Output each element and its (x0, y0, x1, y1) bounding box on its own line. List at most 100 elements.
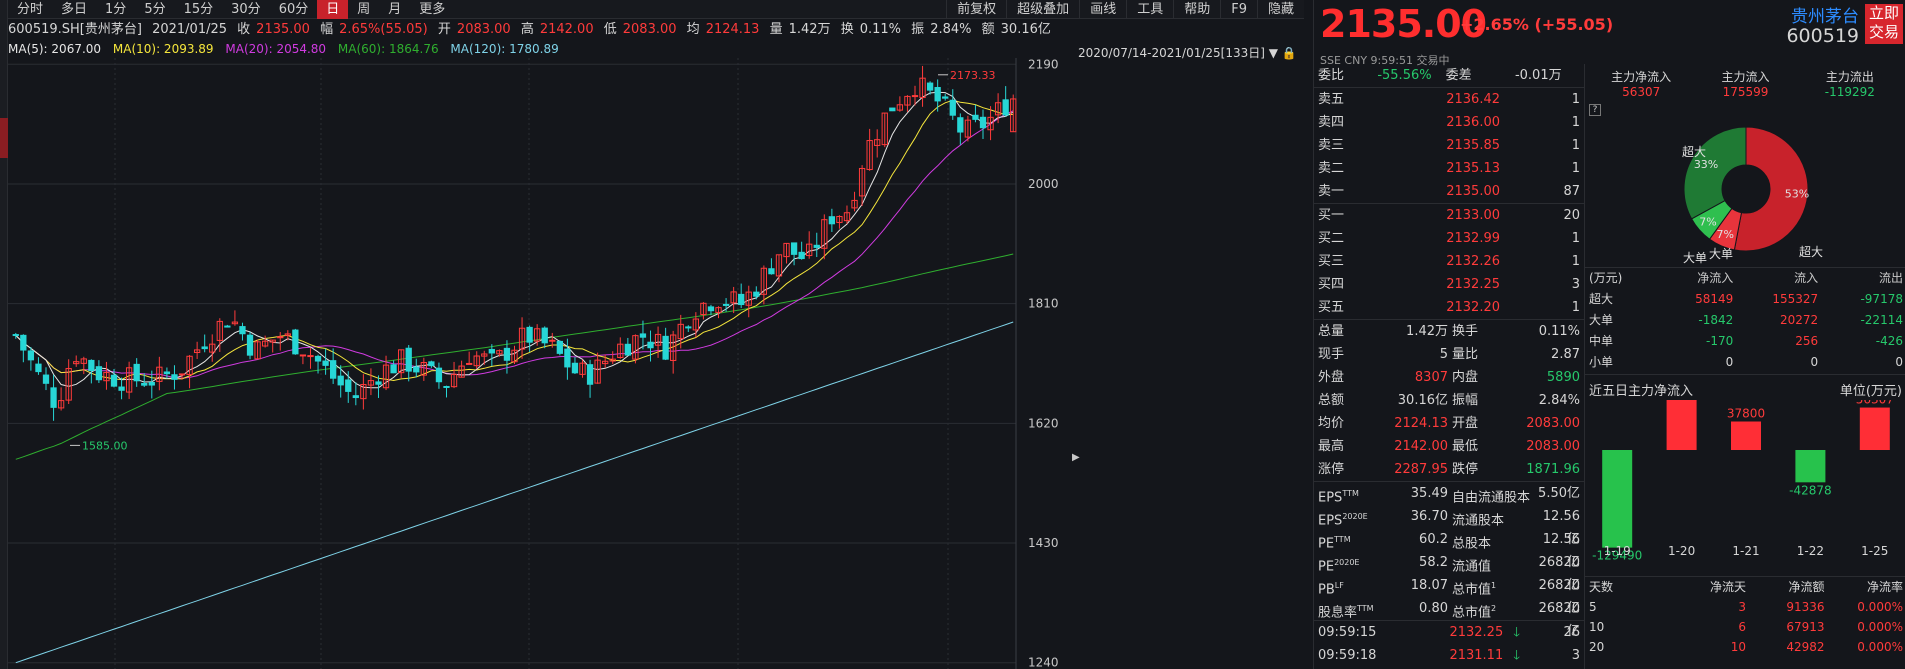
trade-now-button[interactable]: 立即交易 (1865, 4, 1903, 44)
kline-chart[interactable]: 2190 2000 1810 1620 1430 1240 2173.33 1585.00 ▶ (8, 58, 1304, 669)
candle-body[interactable] (95, 366, 103, 381)
candle-body[interactable] (20, 334, 27, 351)
period-tab-2[interactable]: 1分 (96, 0, 135, 19)
candle-body[interactable] (564, 348, 571, 368)
candle-body[interactable] (798, 251, 805, 260)
candle-body[interactable] (171, 374, 178, 380)
tool-0[interactable]: 前复权 (946, 0, 1006, 19)
tool-3[interactable]: 工具 (1126, 0, 1173, 19)
candle-body[interactable] (662, 335, 669, 360)
candle-body[interactable] (141, 382, 148, 386)
period-tab-4[interactable]: 15分 (175, 0, 223, 19)
candle-body[interactable] (201, 346, 208, 350)
candle-body[interactable] (624, 343, 631, 356)
order-row[interactable]: 卖二 2135.13 1 (1314, 157, 1584, 180)
candle-body[interactable] (299, 354, 307, 357)
tool-5[interactable]: F9 (1220, 0, 1257, 19)
candle-body[interactable] (926, 82, 934, 91)
period-tab-7[interactable]: 日 (317, 0, 349, 19)
candle-body[interactable] (239, 326, 246, 335)
order-row[interactable]: 买四 2132.25 3 (1314, 273, 1584, 296)
candle-body[interactable] (337, 375, 344, 386)
candle-body[interactable] (405, 347, 412, 372)
candle-body[interactable] (322, 360, 329, 366)
candle-body[interactable] (828, 216, 836, 225)
period-tab-5[interactable]: 30分 (222, 0, 270, 19)
candle-body[interactable] (466, 362, 473, 365)
period-tab-0[interactable]: 分时 (8, 0, 52, 19)
candle-body[interactable] (345, 379, 352, 392)
candle-body[interactable] (889, 107, 896, 112)
candle-body[interactable] (443, 385, 450, 388)
candle-body[interactable] (738, 293, 745, 306)
candle-body[interactable] (526, 326, 533, 343)
tool-1[interactable]: 超级叠加 (1006, 0, 1079, 19)
candle-body[interactable] (647, 341, 654, 349)
candle-body[interactable] (1002, 99, 1009, 116)
order-row[interactable]: 卖三 2135.85 1 (1314, 134, 1584, 157)
order-row[interactable]: 买五 2132.20 1 (1314, 296, 1584, 319)
order-row[interactable]: 卖一 2135.00 87 (1314, 180, 1584, 203)
candle-body[interactable] (314, 355, 322, 362)
candle-body[interactable] (118, 386, 125, 391)
tool-2[interactable]: 画线 (1079, 0, 1126, 19)
candle-body[interactable] (27, 350, 35, 361)
candle-body[interactable] (148, 382, 155, 386)
candle-body[interactable] (375, 381, 382, 385)
tool-4[interactable]: 帮助 (1173, 0, 1220, 19)
candle-body[interactable] (224, 325, 231, 328)
candle-body[interactable] (586, 364, 594, 385)
candle-body[interactable] (246, 334, 254, 356)
candle-body[interactable] (110, 374, 118, 387)
candle-body[interactable] (707, 306, 715, 312)
candle-body[interactable] (753, 291, 760, 297)
candle-body[interactable] (911, 95, 919, 98)
candle-body[interactable] (390, 364, 397, 374)
candle-body[interactable] (330, 360, 337, 379)
candle-body[interactable] (685, 326, 692, 329)
order-row[interactable]: 卖四 2136.00 1 (1314, 111, 1584, 134)
candle-body[interactable] (163, 371, 171, 375)
candle-body[interactable] (541, 327, 548, 344)
candle-body[interactable] (556, 340, 563, 354)
candle-body[interactable] (435, 367, 443, 383)
period-tab-8[interactable]: 周 (348, 0, 379, 19)
order-row[interactable]: 买一 2133.00 20 (1314, 204, 1584, 227)
candle-body[interactable] (949, 99, 956, 116)
candle-body[interactable] (133, 363, 140, 382)
candle-body[interactable] (307, 355, 314, 358)
kline-svg[interactable]: 2190 2000 1810 1620 1430 1240 2173.33 1585.00 ▶ (8, 58, 1304, 669)
period-tab-9[interactable]: 月 (379, 0, 410, 19)
candle-body[interactable] (979, 116, 987, 129)
candle-body[interactable] (639, 333, 647, 338)
period-tab-10[interactable]: 更多 (410, 0, 454, 19)
candle-body[interactable] (88, 359, 95, 372)
candle-body[interactable] (934, 87, 941, 102)
candle-body[interactable] (428, 361, 435, 367)
candle-body[interactable] (50, 387, 57, 408)
edge-marker[interactable] (0, 118, 8, 158)
candle-body[interactable] (768, 268, 775, 275)
candle-body[interactable] (549, 339, 556, 342)
candle-body[interactable] (277, 336, 284, 339)
period-tab-3[interactable]: 5分 (135, 0, 174, 19)
tool-6[interactable]: 隐藏 (1256, 0, 1304, 19)
candle-body[interactable] (503, 347, 511, 361)
order-row[interactable]: 卖五 2136.42 1 (1314, 88, 1584, 111)
candle-body[interactable] (413, 366, 420, 373)
candle-body[interactable] (35, 363, 42, 373)
period-tab-1[interactable]: 多日 (52, 0, 96, 19)
candle-body[interactable] (972, 114, 979, 120)
expand-arrow-icon[interactable]: ▶ (1072, 452, 1080, 463)
candle-body[interactable] (352, 395, 359, 399)
candle-body[interactable] (790, 242, 798, 255)
stock-name[interactable]: 贵州茅台 (1791, 2, 1859, 27)
candle-body[interactable] (813, 244, 820, 248)
candle-body[interactable] (292, 329, 299, 355)
candle-body[interactable] (178, 373, 186, 376)
candle-body[interactable] (571, 362, 579, 374)
order-row[interactable]: 买二 2132.99 1 (1314, 227, 1584, 250)
candle-body[interactable] (722, 303, 730, 306)
period-tab-6[interactable]: 60分 (270, 0, 318, 19)
candle-body[interactable] (42, 374, 50, 384)
